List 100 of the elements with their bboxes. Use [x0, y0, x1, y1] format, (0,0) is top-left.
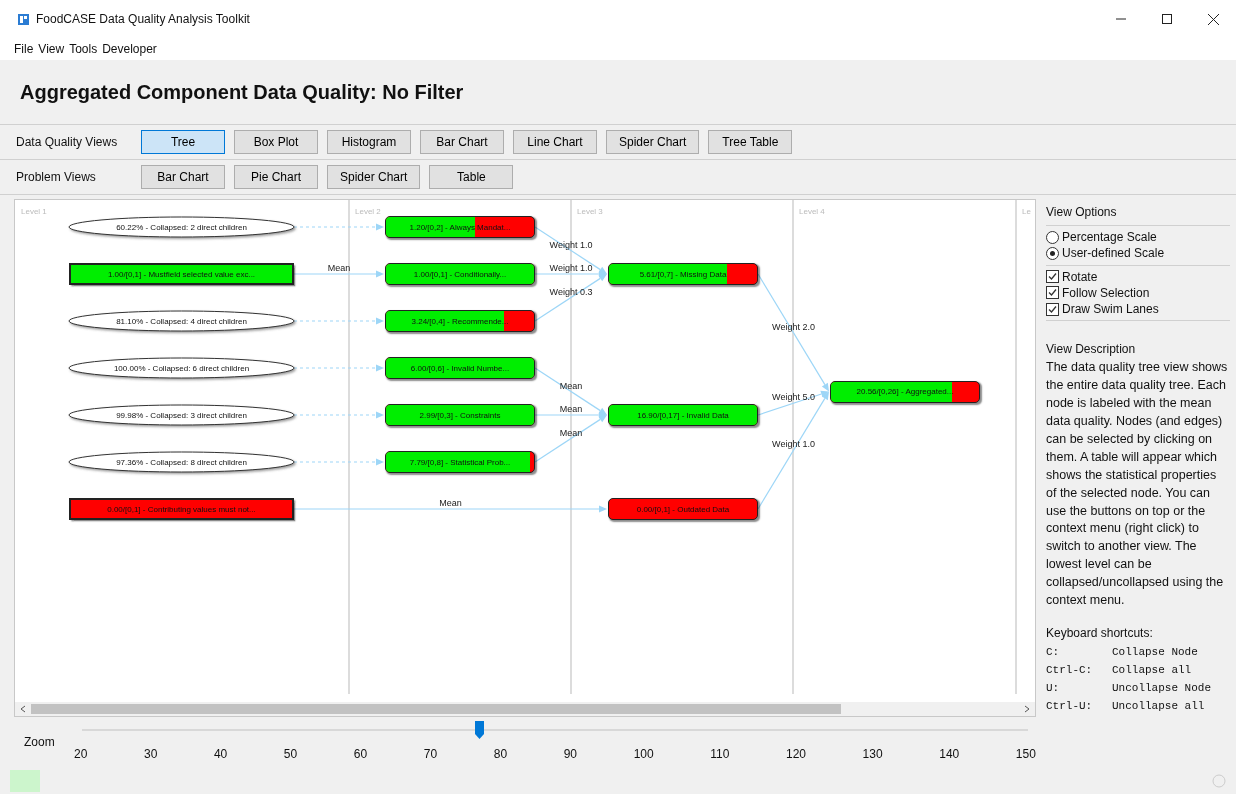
- close-icon[interactable]: [1207, 13, 1219, 25]
- tick-label: 80: [493, 747, 508, 761]
- shortcut-action: Collapse all: [1112, 663, 1193, 678]
- view-button[interactable]: Bar Chart: [141, 165, 225, 189]
- node-label: 100.00% - Collapsed: 6 direct children: [113, 364, 250, 373]
- edge-arrow[interactable]: [534, 274, 607, 322]
- view-button[interactable]: Spider Chart: [327, 165, 421, 189]
- node-label: 60.22% - Collapsed: 2 direct children: [116, 223, 247, 232]
- maximize-icon[interactable]: [1162, 14, 1172, 24]
- tick-label: 20: [74, 747, 88, 761]
- tick-label: 60: [353, 747, 368, 761]
- collapsed-node[interactable]: [68, 216, 295, 238]
- shortcut-key: Ctrl-U:: [1046, 697, 1112, 715]
- tick-label: 110: [710, 747, 730, 761]
- node-label: 0.00/[0,1] - Contributing values must not...: [107, 504, 256, 514]
- node-label: 1.20/[0,2] - Always Mandat...: [409, 222, 511, 232]
- shortcut-key: C:: [1046, 643, 1112, 661]
- node-label: 2.99/[0,3] - Constraints: [419, 410, 501, 420]
- node-label: 97.36% - Collapsed: 8 direct children: [116, 458, 247, 467]
- lane-label: Le: [1022, 207, 1031, 216]
- page-heading: Aggregated Component Data Quality: No Filter: [20, 80, 464, 104]
- tree-node[interactable]: 1.20/[0,2] - Always Mandat...: [385, 216, 535, 238]
- edge-label: Mean: [327, 263, 351, 273]
- collapsed-node[interactable]: [68, 404, 295, 426]
- tree-node[interactable]: 16.90/[0,17] - Invalid Data: [608, 404, 758, 426]
- view-button[interactable]: Histogram: [327, 130, 411, 154]
- tick-label: 100: [633, 747, 654, 761]
- node-label: 16.90/[0,17] - Invalid Data: [637, 410, 729, 420]
- circle-icon: [1212, 774, 1226, 788]
- scrollbar-thumb[interactable]: [31, 704, 842, 714]
- option-label: User-defined Scale: [1062, 246, 1165, 261]
- edge-arrow[interactable]: [293, 270, 384, 278]
- window-title: FoodCASE Data Quality Analysis Toolkit: [36, 12, 251, 26]
- tick-label: 140: [939, 747, 960, 761]
- row-label: Problem Views: [16, 170, 97, 184]
- checkbox[interactable]: [1046, 270, 1059, 284]
- tree-node[interactable]: 2.99/[0,3] - Constraints: [385, 404, 535, 426]
- tick-label: 130: [862, 747, 883, 761]
- tree-node[interactable]: 5.61/[0,7] - Missing Data: [608, 263, 758, 285]
- shortcut-action: Uncollapse Node: [1112, 681, 1213, 696]
- app-icon: [18, 13, 29, 25]
- view-button[interactable]: Spider Chart: [606, 130, 700, 154]
- menu-item[interactable]: Developer: [102, 42, 157, 56]
- collapsed-node[interactable]: [68, 310, 295, 332]
- radio-button[interactable]: [1046, 230, 1059, 244]
- node-label: 1.00/[0,1] - Mustfield selected value exc...: [107, 269, 256, 279]
- view-button[interactable]: Tree: [141, 130, 225, 154]
- tick-label: 70: [423, 747, 438, 761]
- lane-label: Level 1: [21, 207, 47, 216]
- view-button[interactable]: Tree Table: [708, 130, 793, 154]
- tree-node[interactable]: 1.00/[0,1] - Mustfield selected value exc...: [69, 263, 294, 285]
- tree-node[interactable]: 0.00/[0,1] - Contributing values must not...: [69, 498, 294, 520]
- view-description: The data quality tree view shows the entire data quality tree. Each node is labeled with the mean data quality. Nodes (and edges) can be selected by clicking on them. A table will appear which shows the statistical properties of the selected node. You can use the buttons on top or the context menu (right click) to switch to another view. The lowest level can be collapsed/uncollapsed using the context menu.: [1046, 359, 1229, 610]
- shortcut-key: U:: [1046, 679, 1112, 697]
- edge-arrow[interactable]: [757, 390, 829, 416]
- checkbox[interactable]: [1046, 286, 1059, 300]
- tick-label: 120: [786, 747, 806, 761]
- edge-label: Weight 1.0: [549, 263, 593, 273]
- view-button[interactable]: Line Chart: [513, 130, 597, 154]
- edge-arrow[interactable]: [534, 226, 607, 274]
- tree-node[interactable]: 7.79/[0,8] - Statistical Prob...: [385, 451, 535, 473]
- radio-button[interactable]: [1046, 246, 1059, 260]
- option-label: Follow Selection: [1062, 285, 1150, 300]
- lane-label: Level 4: [799, 207, 825, 216]
- menu-item[interactable]: Tools: [69, 42, 98, 56]
- tick-label: 30: [143, 747, 158, 761]
- status-indicator: [10, 770, 40, 792]
- checkbox[interactable]: [1046, 302, 1059, 316]
- lane-label: Level 2: [355, 207, 381, 216]
- view-button[interactable]: Pie Chart: [234, 165, 318, 189]
- collapsed-node[interactable]: [68, 451, 295, 473]
- menu-item[interactable]: File: [14, 42, 34, 56]
- edge-arrow[interactable]: [757, 391, 829, 510]
- tree-node[interactable]: 1.00/[0,1] - Conditionally...: [385, 263, 535, 285]
- menu-item[interactable]: View: [38, 42, 65, 56]
- edge-label: Weight 2.0: [772, 321, 815, 332]
- node-label: 0.00/[0,1] - Outdated Data: [636, 504, 730, 514]
- edge-label: Mean: [559, 404, 583, 414]
- tree-node[interactable]: 6.00/[0,6] - Invalid Numbe...: [385, 357, 535, 379]
- tick-label: 40: [213, 747, 228, 761]
- group-title: View Options: [1046, 205, 1118, 219]
- row-label: Data Quality Views: [16, 135, 119, 149]
- tick-label: 50: [283, 747, 298, 761]
- collapsed-node[interactable]: [68, 357, 295, 379]
- edge-label: Weight 1.0: [772, 439, 815, 450]
- edge-arrow[interactable]: [534, 411, 607, 419]
- view-button[interactable]: Bar Chart: [420, 130, 504, 154]
- zoom-label: Zoom: [23, 734, 56, 749]
- option-label: Rotate: [1062, 269, 1098, 284]
- view-button[interactable]: Box Plot: [234, 130, 318, 154]
- edge-label: Mean: [559, 427, 583, 438]
- node-label: 1.00/[0,1] - Conditionally...: [413, 269, 507, 279]
- view-button[interactable]: Table: [429, 165, 514, 189]
- zoom-slider-thumb[interactable]: [475, 721, 485, 739]
- group-title: View Description: [1046, 342, 1137, 357]
- tree-node[interactable]: 0.00/[0,1] - Outdated Data: [608, 498, 758, 520]
- edge-arrow[interactable]: [534, 367, 607, 415]
- shortcut-action: Collapse Node: [1112, 645, 1199, 660]
- tick-label: 150: [1015, 747, 1036, 761]
- shortcut-key: Ctrl-C:: [1046, 661, 1112, 679]
